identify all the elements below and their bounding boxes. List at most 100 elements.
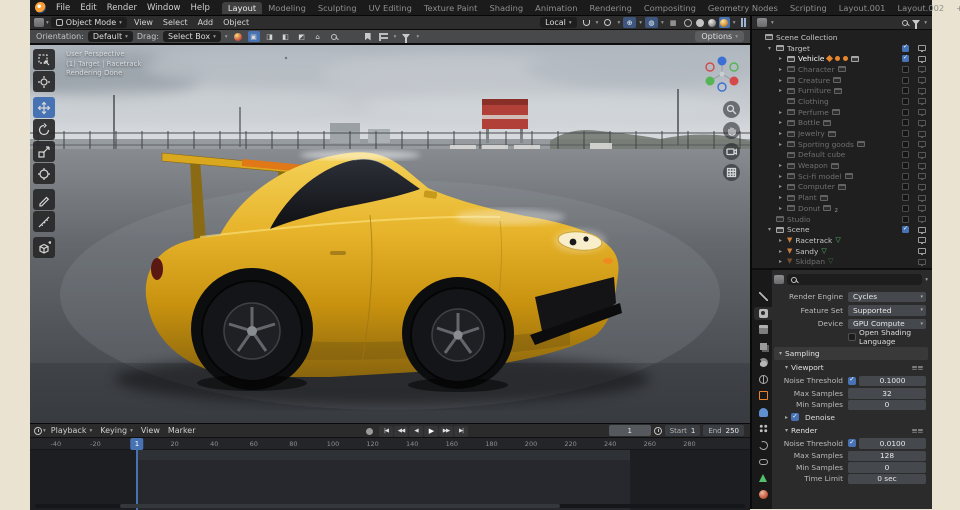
timeline-track[interactable]: [30, 450, 750, 510]
screen-visibility-icon[interactable]: [918, 237, 926, 245]
collection-checkbox[interactable]: [902, 151, 909, 159]
screen-visibility-icon[interactable]: [918, 55, 926, 63]
screen-visibility-icon[interactable]: [918, 109, 926, 117]
timeline-menu-keying[interactable]: Keying ▾: [96, 426, 137, 435]
collection-checkbox[interactable]: [902, 162, 909, 170]
texture-slot-icon[interactable]: ◨: [264, 31, 276, 42]
outliner-row-clothing[interactable]: Clothing: [752, 96, 932, 107]
screen-visibility-icon[interactable]: [918, 119, 926, 127]
outliner-row-bottle[interactable]: ▸ Bottle: [752, 118, 932, 129]
screen-visibility-icon[interactable]: [918, 194, 926, 202]
properties-search-input[interactable]: [800, 275, 919, 284]
jump-to-start-button[interactable]: |◀: [379, 425, 393, 437]
outliner-row-sci-fi-model[interactable]: ▸ Sci-fi model: [752, 171, 932, 182]
pause-bars-icon[interactable]: [740, 18, 746, 27]
workspace-tab-scripting[interactable]: Scripting: [784, 2, 833, 14]
panel-header-viewport[interactable]: ▾ Viewport ≡≡: [774, 361, 928, 374]
proportional-caret-icon[interactable]: ▾: [617, 20, 620, 26]
orientation-setting-dropdown[interactable]: Default ▾: [87, 31, 133, 42]
properties-tab-object-data[interactable]: [754, 472, 772, 485]
screen-visibility-icon[interactable]: [918, 248, 926, 256]
options-button[interactable]: Options ▾: [695, 31, 744, 42]
workspace-tab-modeling[interactable]: Modeling: [262, 2, 312, 14]
workspace-tab-layout[interactable]: Layout: [221, 1, 263, 14]
outliner-row-character[interactable]: ▸ Character: [752, 64, 932, 75]
expand-arrow-icon[interactable]: ▸: [777, 205, 784, 212]
material-ball-icon[interactable]: [232, 31, 244, 42]
nav-zoom-button[interactable]: [723, 101, 740, 118]
workspace-tab-geometry-nodes[interactable]: Geometry Nodes: [702, 2, 784, 14]
outliner-filter-caret-icon[interactable]: ▾: [924, 20, 927, 26]
drag-setting-dropdown[interactable]: Select Box ▾: [162, 31, 221, 42]
shading-solid-icon[interactable]: [695, 17, 706, 28]
outliner-row-jewelry[interactable]: ▸ Jewelry: [752, 128, 932, 139]
field-device[interactable]: GPU Compute ▾: [848, 318, 926, 329]
tool-scale[interactable]: [33, 141, 55, 162]
shading-caret-icon[interactable]: ▾: [733, 20, 736, 26]
play-reverse-button[interactable]: ◀: [409, 425, 423, 437]
expand-arrow-icon[interactable]: ▸: [777, 162, 784, 169]
properties-tab-scene[interactable]: [754, 356, 772, 369]
previous-keyframe-button[interactable]: ◀◀: [394, 425, 408, 437]
properties-tab-render[interactable]: [754, 306, 772, 320]
collection-checkbox[interactable]: [902, 97, 909, 105]
start-frame-field[interactable]: Start 1: [664, 425, 701, 436]
filter-icon[interactable]: [400, 31, 412, 43]
shading-material-icon[interactable]: [707, 17, 718, 28]
properties-tab-tool[interactable]: [754, 290, 772, 303]
timeline-editor-icon[interactable]: [34, 426, 42, 435]
outliner-search-icon[interactable]: [902, 19, 909, 26]
expand-arrow-icon[interactable]: ▸: [777, 173, 784, 180]
screen-visibility-icon[interactable]: [918, 216, 926, 224]
properties-tab-object[interactable]: [754, 389, 772, 402]
collection-checkbox[interactable]: [902, 183, 909, 191]
overlays-caret-icon[interactable]: ▾: [661, 20, 664, 26]
field-feature-set[interactable]: Supported ▾: [848, 305, 926, 316]
snap-caret-icon[interactable]: ▾: [596, 20, 599, 26]
field-min-samples[interactable]: 0: [848, 399, 926, 410]
shading-wireframe-icon[interactable]: [683, 17, 694, 28]
screen-visibility-icon[interactable]: [918, 98, 926, 106]
timeline-menu-view[interactable]: View: [137, 426, 164, 435]
collection-checkbox[interactable]: [902, 43, 909, 52]
toggle-xray-icon[interactable]: ▦: [667, 17, 680, 28]
outliner-row-perfume[interactable]: ▸ Perfume: [752, 107, 932, 118]
screen-visibility-icon[interactable]: [918, 226, 926, 234]
expand-arrow-icon[interactable]: ▸: [777, 87, 784, 94]
checkbox-denoise[interactable]: [791, 412, 800, 421]
panel-header-sampling[interactable]: ▾ Sampling: [774, 347, 928, 360]
expand-arrow-icon[interactable]: ▸: [777, 77, 784, 84]
expand-arrow-icon[interactable]: ▸: [777, 248, 784, 255]
menu-window[interactable]: Window: [142, 3, 186, 13]
viewport-menu-object[interactable]: Object: [218, 18, 254, 27]
filter-caret-icon[interactable]: ▾: [416, 34, 419, 40]
screen-visibility-icon[interactable]: [918, 258, 926, 266]
expand-arrow-icon[interactable]: ▸: [777, 119, 784, 126]
field-min-samples[interactable]: 0: [848, 462, 926, 473]
timeline-menu-marker[interactable]: Marker: [164, 426, 200, 435]
panel-header-denoise[interactable]: ▸ Denoise: [774, 411, 928, 424]
expand-arrow-icon[interactable]: ▸: [777, 55, 784, 62]
workspace-tab-uv-editing[interactable]: UV Editing: [363, 2, 418, 14]
snap-magnet-icon[interactable]: [580, 17, 593, 28]
collection-checkbox[interactable]: [902, 54, 909, 63]
play-button[interactable]: ▶: [424, 425, 438, 437]
outliner-row-skidpan[interactable]: ▸ ▼ Skidpan ▽: [752, 256, 932, 267]
screen-visibility-icon[interactable]: [918, 45, 926, 53]
screen-visibility-icon[interactable]: [918, 173, 926, 181]
field-render-engine[interactable]: Cycles ▾: [848, 291, 926, 302]
workspace-tab-[interactable]: +: [950, 2, 960, 14]
shading-rendered-icon[interactable]: [718, 17, 730, 28]
checkbox-open-shading-language[interactable]: [848, 333, 856, 342]
tool-cursor[interactable]: [33, 71, 55, 92]
outliner-editor-icon[interactable]: [757, 18, 767, 27]
mode-dropdown[interactable]: Object Mode ▾: [50, 17, 127, 28]
viewport-menu-view[interactable]: View: [129, 18, 158, 27]
preset-menu-icon[interactable]: ≡≡: [911, 426, 923, 435]
menu-render[interactable]: Render: [102, 3, 142, 13]
gizmo-caret-icon[interactable]: ▾: [639, 20, 642, 26]
current-frame-field[interactable]: 1: [608, 425, 651, 436]
tool-add-cube[interactable]: [33, 237, 55, 258]
field-max-samples[interactable]: 128: [848, 450, 926, 461]
stroke-slot-icon[interactable]: ◩: [296, 31, 308, 42]
